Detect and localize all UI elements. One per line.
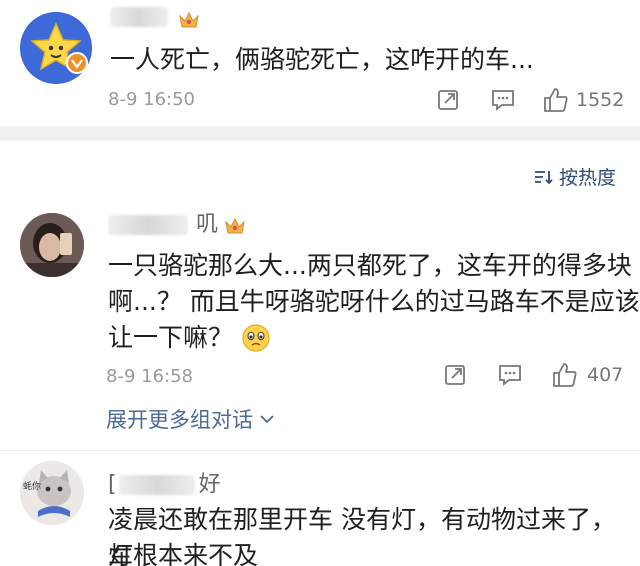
commenter-name[interactable]: [好	[108, 466, 221, 498]
comment-text-line: 啊...？ 而且牛呀骆驼呀什么的过马路车不是应该	[108, 287, 640, 316]
share-icon	[445, 365, 465, 385]
comments-section: 按热度 叽 一只骆驼那么大...两只都死了，这车开的得多块 啊...？ 而且牛呀…	[0, 141, 640, 566]
username[interactable]	[110, 4, 168, 29]
like-count: 407	[587, 364, 624, 386]
commenter-avatar[interactable]: 蚝你	[20, 461, 84, 525]
reply-button[interactable]	[497, 363, 523, 387]
comment-text-line: 一只骆驼那么大...两只都死了，这车开的得多块	[108, 251, 632, 280]
commenter-name-prefix: [	[108, 472, 117, 497]
comment-text-line: 灯根本来不及	[108, 541, 259, 566]
commenter-name-suffix: 叽	[196, 212, 219, 237]
section-divider	[0, 126, 640, 141]
comment-text-line-3: 让一下嘛？	[108, 323, 234, 352]
comment-icon	[492, 90, 514, 111]
expand-label: 展开更多组对话	[106, 408, 253, 432]
thumbs-up-icon	[544, 88, 568, 112]
commenter-name-suffix: 好	[198, 472, 221, 497]
commenter-name[interactable]: 叽	[108, 206, 218, 238]
comment-divider	[0, 450, 640, 451]
post-timestamp: 8-9 16:50	[108, 89, 195, 110]
expand-conversation-link[interactable]: 展开更多组对话	[106, 404, 275, 434]
repost-button[interactable]	[443, 363, 467, 387]
post-card: 一人死亡，俩骆驼死亡，这咋开的车... 8-9 16:50 1552	[0, 0, 640, 126]
sort-label: 按热度	[558, 167, 616, 189]
repost-button[interactable]	[436, 88, 460, 112]
cat-photo-icon	[20, 461, 84, 525]
thumbs-up-icon	[553, 363, 577, 387]
worried-emoji-icon	[242, 324, 270, 352]
chevron-down-icon	[260, 415, 274, 424]
commenter-avatar[interactable]	[20, 213, 84, 277]
like-button[interactable]: 1552	[542, 86, 624, 114]
like-button[interactable]: 407	[551, 361, 623, 389]
like-count: 1552	[576, 89, 625, 111]
person-photo-icon	[20, 213, 84, 277]
verified-badge-icon	[66, 52, 88, 74]
crown-icon	[225, 217, 245, 234]
comment-button[interactable]	[490, 88, 516, 112]
comment-icon	[499, 365, 521, 386]
sort-by-hot-button[interactable]: 按热度	[533, 163, 616, 190]
post-text: 一人死亡，俩骆驼死亡，这咋开的车...	[110, 45, 534, 74]
sort-icon	[534, 170, 553, 184]
comment-text-line: 让一下嘛？	[108, 319, 271, 357]
comment-timestamp: 8-9 16:58	[106, 366, 193, 387]
crown-icon	[179, 11, 199, 28]
share-icon	[438, 90, 458, 110]
avatar-caption: 蚝你	[23, 482, 42, 492]
